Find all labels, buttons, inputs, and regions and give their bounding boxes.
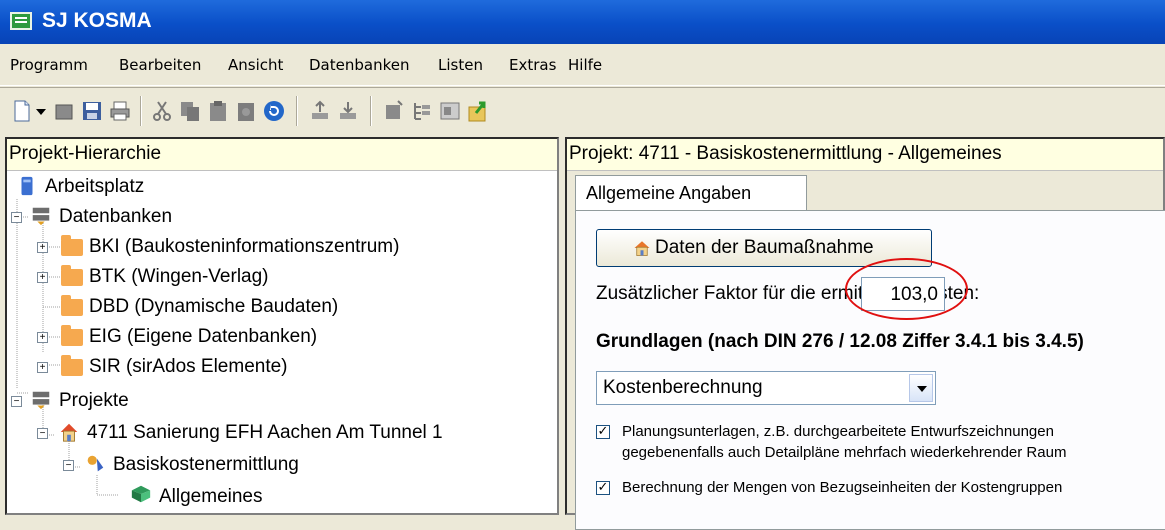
database-server-icon — [32, 391, 50, 410]
house-icon — [634, 241, 650, 256]
folder-icon — [61, 355, 83, 376]
checkbox-label: Berechnung der Mengen von Bezugseinheite… — [622, 479, 1063, 496]
move-up-icon[interactable] — [308, 99, 332, 123]
export-icon[interactable] — [466, 99, 490, 123]
checkbox-label-line2: gegebenenfalls auch Detailpläne mehrfach… — [622, 444, 1067, 461]
folder-icon — [61, 265, 83, 286]
menu-bar: Programm Bearbeiten Ansicht Datenbanken … — [0, 44, 1165, 86]
save-icon[interactable] — [80, 99, 104, 123]
section-title: Grundlagen (nach DIN 276 / 12.08 Ziffer … — [596, 331, 1084, 352]
menu-bearbeiten[interactable]: Bearbeiten — [119, 56, 201, 74]
open-icon[interactable] — [52, 99, 76, 123]
expand-icon[interactable]: + — [37, 272, 48, 283]
planungsunterlagen-checkbox[interactable]: ✓ — [596, 425, 610, 439]
project-hierarchy-panel: Projekt-Hierarchie Arbeitsplatz − Datenb… — [5, 137, 559, 515]
copy-icon[interactable] — [178, 99, 202, 123]
menu-programm[interactable]: Programm — [10, 56, 88, 74]
database-server-icon — [32, 207, 50, 226]
select-value: Kostenberechnung — [603, 377, 763, 398]
expand-icon[interactable]: + — [37, 362, 48, 373]
kostenermittlung-select[interactable]: Kostenberechnung — [596, 371, 936, 405]
panel-header: Projekt-Hierarchie — [7, 139, 557, 171]
new-document-icon[interactable] — [10, 99, 34, 123]
window-title: SJ KOSMA — [42, 9, 152, 32]
tree-item-bki[interactable]: + BKI (Baukosteninformationszentrum) — [11, 233, 551, 263]
tree-item-project-4711[interactable]: − 4711 Sanierung EFH Aachen Am Tunnel 1 — [11, 419, 551, 449]
tree-label: BTK (Wingen-Verlag) — [89, 266, 269, 287]
house-icon — [60, 423, 78, 442]
tree-item-sir[interactable]: + SIR (sirAdos Elemente) — [11, 353, 551, 383]
toolbar-separator — [296, 96, 298, 126]
app-icon — [10, 12, 32, 30]
panel-header: Projekt: 4711 - Basiskostenermittlung - … — [567, 139, 1163, 171]
cut-icon[interactable] — [150, 99, 174, 123]
toolbar-separator — [140, 96, 142, 126]
highlight-ellipse — [845, 258, 968, 320]
image-icon[interactable] — [438, 99, 462, 123]
collapse-icon[interactable]: − — [11, 396, 22, 407]
toolbar-separator — [370, 96, 372, 126]
tab-page: Daten der Baumaßnahme Zusätzlicher Fakto… — [575, 210, 1165, 530]
tree-item-btk[interactable]: + BTK (Wingen-Verlag) — [11, 263, 551, 293]
tree-label: Allgemeines — [159, 486, 263, 508]
tree-view-icon[interactable] — [410, 99, 434, 123]
button-label: Daten der Baumaßnahme — [655, 237, 874, 258]
tree-label: SIR (sirAdos Elemente) — [89, 356, 288, 377]
calculation-icon — [87, 455, 104, 472]
menu-ansicht[interactable]: Ansicht — [228, 56, 283, 74]
expand-icon[interactable]: + — [37, 242, 48, 253]
tree-label: BKI (Baukosteninformationszentrum) — [89, 236, 400, 257]
tree-item-dbd[interactable]: DBD (Dynamische Baudaten) — [11, 293, 551, 323]
open-book-icon — [131, 485, 151, 503]
tree-label: Projekte — [59, 390, 129, 411]
toolbar — [0, 87, 1165, 137]
collapse-icon[interactable]: − — [63, 460, 74, 471]
checkbox-label: Planungsunterlagen, z.B. durchgearbeitet… — [622, 421, 1066, 463]
tree-item-projekte[interactable]: − Projekte — [11, 387, 551, 417]
tree-label: Datenbanken — [59, 206, 173, 227]
undo-icon[interactable] — [262, 99, 286, 123]
title-bar: SJ KOSMA — [0, 0, 1165, 44]
tree-label: Basiskostenermittlung — [113, 454, 299, 475]
menu-hilfe[interactable]: Hilfe — [568, 56, 602, 74]
menu-datenbanken[interactable]: Datenbanken — [309, 56, 409, 74]
project-details-panel: Projekt: 4711 - Basiskostenermittlung - … — [565, 137, 1165, 530]
mengenberechnung-checkbox[interactable]: ✓ — [596, 481, 610, 495]
paste-special-icon[interactable] — [234, 99, 258, 123]
folder-icon — [61, 235, 83, 256]
tree-label: DBD (Dynamische Baudaten) — [89, 296, 339, 317]
dropdown-arrow-icon[interactable] — [34, 99, 48, 123]
tree-label: EIG (Eigene Datenbanken) — [89, 326, 318, 347]
checkbox-label-line1: Planungsunterlagen, z.B. durchgearbeitet… — [622, 423, 1054, 440]
tree-item-datenbanken[interactable]: − Datenbanken — [11, 203, 551, 233]
move-down-icon[interactable] — [336, 99, 360, 123]
tree-item-eig[interactable]: + EIG (Eigene Datenbanken) — [11, 323, 551, 353]
menu-extras[interactable]: Extras — [509, 56, 556, 74]
tree-item-allgemeines[interactable]: Allgemeines — [11, 481, 551, 511]
tab-allgemeine-angaben[interactable]: Allgemeine Angaben — [575, 175, 807, 211]
tree-label: Arbeitsplatz — [45, 176, 145, 197]
tree-item-basiskostenermittlung[interactable]: − Basiskostenermittlung — [11, 451, 551, 481]
print-icon[interactable] — [108, 99, 132, 123]
expand-icon[interactable]: + — [37, 332, 48, 343]
insert-icon[interactable] — [382, 99, 406, 123]
folder-icon — [61, 325, 83, 346]
dropdown-arrow-icon[interactable] — [909, 374, 933, 402]
collapse-icon[interactable]: − — [11, 212, 22, 223]
computer-icon — [21, 176, 33, 196]
tree-item-arbeitsplatz[interactable]: Arbeitsplatz — [11, 173, 551, 203]
folder-icon — [61, 295, 83, 316]
paste-icon[interactable] — [206, 99, 230, 123]
tree-label: 4711 Sanierung EFH Aachen Am Tunnel 1 — [87, 422, 443, 443]
menu-listen[interactable]: Listen — [438, 56, 483, 74]
collapse-icon[interactable]: − — [37, 428, 48, 439]
